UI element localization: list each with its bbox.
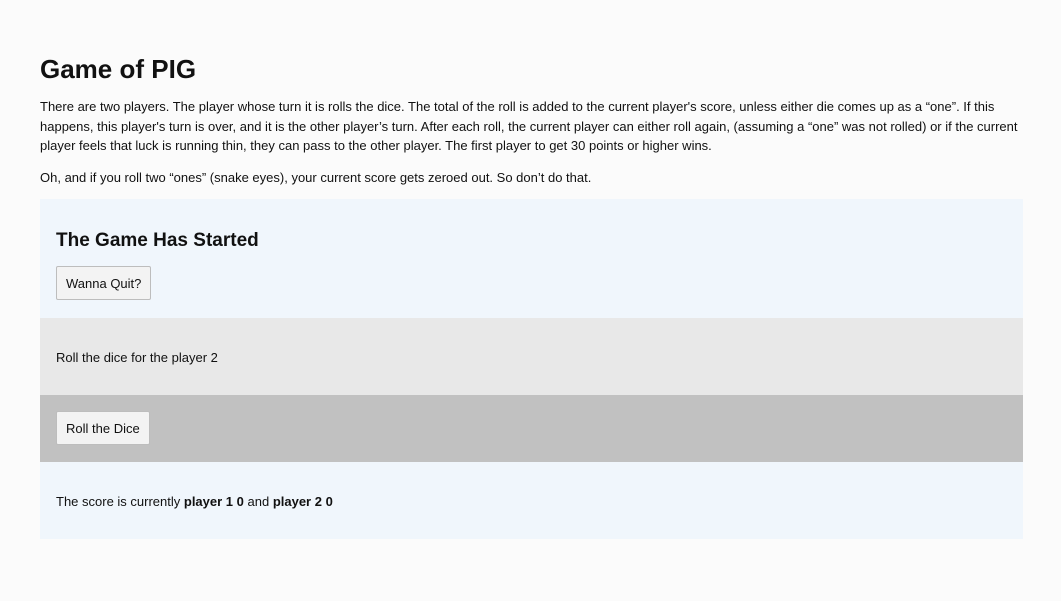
score-prefix: The score is currently xyxy=(56,494,184,509)
quit-button[interactable]: Wanna Quit? xyxy=(56,266,152,300)
page-title: Game of PIG xyxy=(40,54,197,84)
player1-score: 0 xyxy=(236,494,244,509)
page: Game of PIG There are two players. The p… xyxy=(0,0,1061,601)
rules-paragraph: There are two players. The player whose … xyxy=(40,99,1018,153)
player2-label: player 2 xyxy=(272,494,322,509)
player1-label: player 1 xyxy=(183,494,234,509)
roll-dice-button[interactable]: Roll the Dice xyxy=(56,411,150,445)
score-joiner: and xyxy=(243,494,273,509)
snake-eyes-note: Oh, and if you roll two “ones” (snake ey… xyxy=(40,169,592,185)
game-status-heading: The Game Has Started xyxy=(56,230,259,251)
roll-section: Roll the Dice xyxy=(40,395,1023,462)
score-text: The score is currently player 1 0 and pl… xyxy=(56,492,1007,512)
player2-score: 0 xyxy=(325,494,333,509)
game-status-section: The Game Has Started Wanna Quit? xyxy=(40,199,1023,318)
main-content: Game of PIG There are two players. The p… xyxy=(40,54,1023,539)
score-section: The score is currently player 1 0 and pl… xyxy=(40,462,1023,539)
turn-section: Roll the dice for the player 2 xyxy=(40,318,1023,395)
game-panel: The Game Has Started Wanna Quit? Roll th… xyxy=(40,199,1023,539)
turn-instruction: Roll the dice for the player 2 xyxy=(56,350,218,365)
